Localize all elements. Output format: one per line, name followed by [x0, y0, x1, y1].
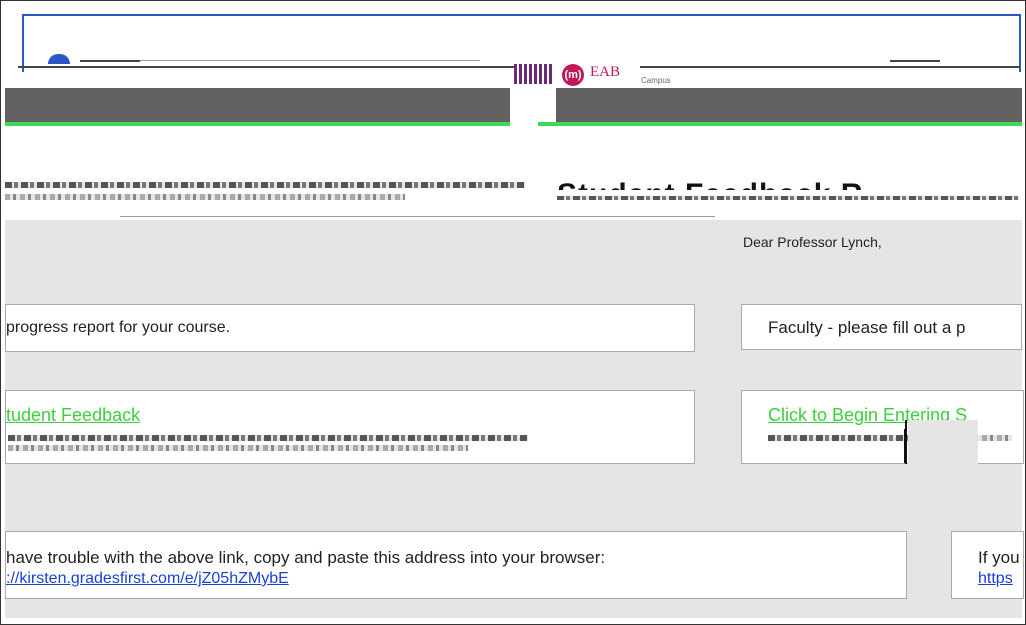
- nav-bar-left: [5, 88, 510, 124]
- header-dash: [80, 60, 140, 62]
- prompt-text-left: progress report for your course.: [6, 319, 231, 336]
- trouble-url-link-right[interactable]: https: [978, 570, 1013, 588]
- trouble-text-right: If you: [978, 548, 1020, 567]
- cursor-bar: [905, 420, 907, 464]
- gap-panel: [908, 420, 978, 464]
- eab-logo-text: EAB: [590, 64, 620, 80]
- page-title-underline: [557, 196, 1019, 200]
- page-title-left: [5, 180, 545, 202]
- divider: [120, 216, 715, 217]
- prompt-box-left: progress report for your course.: [5, 304, 695, 352]
- nav-accent-right: [538, 122, 1022, 126]
- begin-feedback-link[interactable]: tudent Feedback: [6, 405, 140, 426]
- header-dash: [890, 60, 940, 62]
- nav-bar-right: [556, 88, 1022, 124]
- trouble-box-left: have trouble with the above link, copy a…: [5, 531, 907, 599]
- header-line: [140, 60, 480, 61]
- nav-accent-left: [5, 122, 510, 126]
- header-line: [640, 66, 1020, 68]
- header-line: [18, 66, 514, 68]
- logo-bars-icon: [514, 64, 558, 84]
- action-box-right: Click to Begin Entering S: [741, 390, 1024, 464]
- prompt-box-right: Faculty - please fill out a p: [741, 304, 1022, 350]
- greeting-text: Dear Professor Lynch,: [743, 234, 882, 250]
- eab-logo-icon: (m): [562, 64, 584, 86]
- trouble-url-link[interactable]: ://kirsten.gradesfirst.com/e/jZ05hZMybE: [6, 570, 289, 588]
- trouble-box-right: If you https: [951, 531, 1024, 599]
- trouble-text: have trouble with the above link, copy a…: [6, 548, 606, 567]
- page-title: Student Feedback R: [557, 178, 863, 190]
- prompt-text-right: Faculty - please fill out a p: [768, 318, 966, 337]
- campus-label: Campus: [641, 76, 671, 85]
- action-box-left: tudent Feedback: [5, 390, 695, 464]
